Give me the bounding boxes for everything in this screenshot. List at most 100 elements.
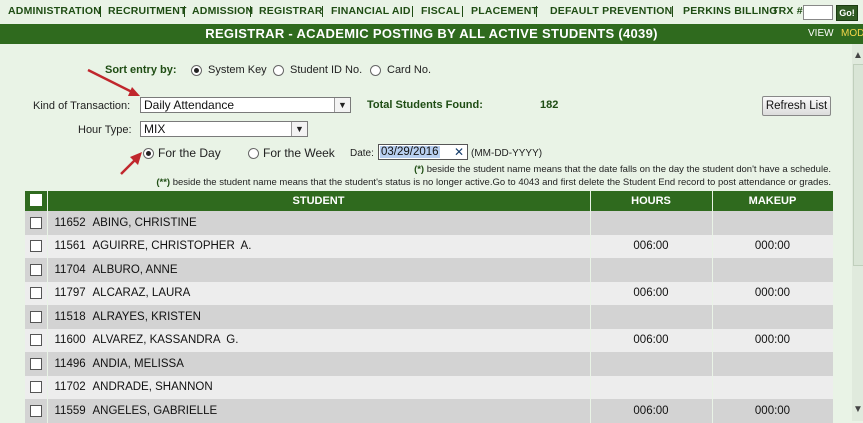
makeup-cell[interactable] xyxy=(712,258,834,282)
table-row[interactable]: 11559 ANGELES, GABRIELLE 006:00 000:00 xyxy=(25,399,834,423)
vertical-scrollbar[interactable]: ▲ ▼ xyxy=(852,44,863,421)
row-checkbox[interactable] xyxy=(29,287,42,300)
hour-type-select[interactable]: MIX ▼ xyxy=(140,121,308,137)
student-cell: 11702 ANDRADE, SHANNON xyxy=(47,375,591,399)
hours-cell[interactable]: 006:00 xyxy=(590,328,713,352)
students-table: STUDENT HOURS MAKEUP 11652 ABING, CHRISTI… xyxy=(25,191,834,423)
nav-financial-aid[interactable]: FINANCIAL AID xyxy=(331,5,411,17)
sort-student-id-radio[interactable] xyxy=(273,65,284,76)
title-bar: REGISTRAR - ACADEMIC POSTING BY ALL ACTI… xyxy=(0,24,863,44)
page-title: REGISTRAR - ACADEMIC POSTING BY ALL ACTI… xyxy=(205,26,658,41)
student-cell: 11561 AGUIRRE, CHRISTOPHER A. xyxy=(47,234,591,258)
view-link[interactable]: VIEW xyxy=(808,28,834,39)
student-cell: 11496 ANDIA, MELISSA xyxy=(47,352,591,376)
makeup-cell[interactable]: 000:00 xyxy=(712,281,834,305)
student-id: 11797 xyxy=(54,287,86,300)
row-checkbox-cell xyxy=(25,352,48,376)
column-header-hours: HOURS xyxy=(590,191,713,211)
nav-admission[interactable]: ADMISSION xyxy=(192,5,253,17)
makeup-cell[interactable] xyxy=(712,375,834,399)
for-the-week-radio[interactable] xyxy=(248,148,259,159)
hours-cell[interactable] xyxy=(590,352,713,376)
student-name: ALVAREZ, KASSANDRA G. xyxy=(92,334,239,347)
mod-link[interactable]: MOD xyxy=(841,28,863,39)
student-id: 11561 xyxy=(54,240,86,253)
nav-default-prevention[interactable]: DEFAULT PREVENTION xyxy=(550,5,672,17)
makeup-cell[interactable] xyxy=(712,352,834,376)
hour-type-label: Hour Type: xyxy=(78,124,132,136)
makeup-cell[interactable]: 000:00 xyxy=(712,328,834,352)
sort-system-key-label: System Key xyxy=(208,64,267,76)
trx-input[interactable] xyxy=(803,5,833,20)
hours-cell[interactable] xyxy=(590,258,713,282)
table-row[interactable]: 11704 ALBURO, ANNE xyxy=(25,258,834,282)
row-checkbox[interactable] xyxy=(29,404,42,417)
student-name: ANDIA, MELISSA xyxy=(92,357,184,370)
select-all-checkbox[interactable] xyxy=(29,193,42,206)
trx-label: TRX #: xyxy=(772,5,807,17)
makeup-cell[interactable]: 000:00 xyxy=(712,399,834,423)
table-row[interactable]: 11797 ALCARAZ, LAURA 006:00 000:00 xyxy=(25,281,834,305)
hours-cell[interactable]: 006:00 xyxy=(590,234,713,258)
sort-card-no-label: Card No. xyxy=(387,64,432,76)
nav-separator xyxy=(462,6,463,17)
select-all-checkbox-cell xyxy=(25,191,48,211)
nav-perkins-billing[interactable]: PERKINS BILLING xyxy=(683,5,778,17)
transaction-select-value: Daily Attendance xyxy=(144,98,235,112)
transaction-select[interactable]: Daily Attendance ▼ xyxy=(140,97,351,113)
row-checkbox[interactable] xyxy=(29,381,42,394)
table-row[interactable]: 11561 AGUIRRE, CHRISTOPHER A. 006:00 000:… xyxy=(25,234,834,258)
table-row[interactable]: 11702 ANDRADE, SHANNON xyxy=(25,375,834,399)
row-checkbox[interactable] xyxy=(29,240,42,253)
hours-cell[interactable]: 006:00 xyxy=(590,399,713,423)
student-cell: 11600 ALVAREZ, KASSANDRA G. xyxy=(47,328,591,352)
refresh-list-button[interactable]: Refresh List xyxy=(762,96,831,116)
hours-cell[interactable] xyxy=(590,305,713,329)
nav-placement[interactable]: PLACEMENT xyxy=(471,5,538,17)
scroll-up-icon[interactable]: ▲ xyxy=(853,50,863,61)
makeup-cell[interactable] xyxy=(712,305,834,329)
student-name: ALCARAZ, LAURA xyxy=(92,287,191,300)
hour-type-select-value: MIX xyxy=(144,122,166,136)
note-text: beside the student name means that the d… xyxy=(424,164,831,175)
date-input[interactable]: 03/29/2016 ✕ xyxy=(378,144,468,160)
chevron-down-icon: ▼ xyxy=(291,122,307,136)
hours-cell[interactable] xyxy=(590,375,713,399)
makeup-cell[interactable] xyxy=(712,211,834,235)
student-name: ABING, CHRISTINE xyxy=(92,216,197,229)
transaction-label: Kind of Transaction: xyxy=(33,100,131,112)
nav-separator xyxy=(412,6,413,17)
hours-cell[interactable]: 006:00 xyxy=(590,281,713,305)
table-row[interactable]: 11496 ANDIA, MELISSA xyxy=(25,352,834,376)
student-id: 11559 xyxy=(54,404,86,417)
chevron-down-icon: ▼ xyxy=(334,98,350,112)
note-no-schedule: (*) beside the student name means that t… xyxy=(414,164,831,175)
nav-fiscal[interactable]: FISCAL xyxy=(421,5,460,17)
table-row[interactable]: 11652 ABING, CHRISTINE xyxy=(25,211,834,235)
row-checkbox[interactable] xyxy=(29,263,42,276)
annotation-arrow-icon xyxy=(120,152,142,175)
nav-registrar[interactable]: REGISTRAR xyxy=(259,5,323,17)
sort-system-key-radio[interactable] xyxy=(191,65,202,76)
makeup-cell[interactable]: 000:00 xyxy=(712,234,834,258)
go-button[interactable]: Go! xyxy=(836,5,858,21)
table-row[interactable]: 11518 ALRAYES, KRISTEN xyxy=(25,305,834,329)
row-checkbox[interactable] xyxy=(29,357,42,370)
row-checkbox[interactable] xyxy=(29,216,42,229)
sort-card-no-radio[interactable] xyxy=(370,65,381,76)
row-checkbox[interactable] xyxy=(29,310,42,323)
date-format-hint: (MM-DD-YYYY) xyxy=(471,148,543,159)
row-checkbox-cell xyxy=(25,328,48,352)
clear-icon[interactable]: ✕ xyxy=(454,145,464,159)
row-checkbox-cell xyxy=(25,305,48,329)
nav-recruitment[interactable]: RECRUITMENT xyxy=(108,5,187,17)
student-name: ALBURO, ANNE xyxy=(92,263,178,276)
scroll-down-icon[interactable]: ▼ xyxy=(853,404,863,415)
scrollbar-thumb[interactable] xyxy=(853,64,863,266)
hours-cell[interactable] xyxy=(590,211,713,235)
table-row[interactable]: 11600 ALVAREZ, KASSANDRA G. 006:00 000:00 xyxy=(25,328,834,352)
nav-administration[interactable]: ADMINISTRATION xyxy=(8,5,101,17)
row-checkbox-cell xyxy=(25,234,48,258)
nav-separator xyxy=(184,6,185,17)
row-checkbox[interactable] xyxy=(29,334,42,347)
